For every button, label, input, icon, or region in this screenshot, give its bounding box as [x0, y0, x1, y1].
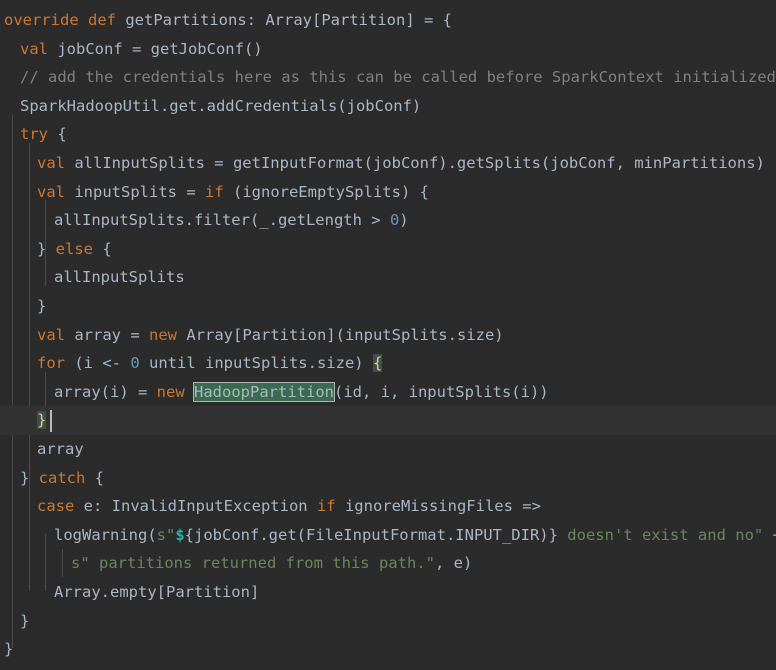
code-line-8[interactable]: allInputSplits.filter(_.getLength > 0)	[0, 206, 409, 235]
token-rest: allInputSplits	[54, 268, 185, 287]
code-line-19[interactable]: logWarning(s"${jobConf.get(FileInputForm…	[0, 521, 776, 550]
token-rest: }	[37, 297, 47, 315]
token-keyword-case: case	[37, 497, 75, 516]
token-return-type: Array[Partition]	[265, 11, 415, 29]
code-editor[interactable]: override def getPartitions: Array[Partit…	[0, 0, 776, 670]
token-c: +	[763, 526, 776, 544]
token-rest: Array.empty[Partition]	[54, 583, 260, 601]
code-line-3[interactable]: // add the credentials here as this can …	[0, 63, 776, 92]
token-string-prefix: s"	[156, 525, 176, 544]
token-keyword-override: override	[4, 11, 79, 29]
token-b: ignoreMissingFiles =>	[335, 497, 541, 516]
token-keyword-new: new	[156, 382, 185, 401]
code-line-16[interactable]: array	[0, 435, 84, 464]
token-keyword-new: new	[149, 325, 177, 344]
code-line-10[interactable]: allInputSplits	[0, 263, 185, 292]
token-keyword-if: if	[204, 182, 224, 201]
token-a: , e)	[434, 554, 473, 573]
token-a: }	[20, 468, 39, 487]
token-keyword-def: def	[88, 11, 116, 29]
token-keyword-val: val	[37, 154, 65, 172]
code-line-6[interactable]: val allInputSplits = getInputFormat(jobC…	[0, 149, 765, 178]
token-b: {	[85, 468, 105, 487]
token-keyword-try: try	[20, 125, 48, 144]
token-rest: jobConf = getJobConf()	[48, 39, 263, 58]
token-keyword-else: else	[55, 239, 93, 258]
code-line-20[interactable]: s" partitions returned from this path.",…	[0, 549, 472, 578]
token-rest: allInputSplits = getInputFormat(jobConf)…	[65, 154, 765, 172]
token-rest: }	[20, 611, 30, 630]
code-line-17[interactable]: } catch {	[0, 464, 104, 493]
token-string: doesn't exist and no"	[557, 525, 764, 544]
token-a: array(i) =	[54, 382, 157, 401]
current-line-highlight	[0, 406, 776, 435]
token-keyword-for: for	[37, 354, 65, 373]
token-number: 0	[130, 354, 140, 373]
code-line-7[interactable]: val inputSplits = if (ignoreEmptySplits)…	[0, 178, 429, 207]
token-keyword-val: val	[20, 39, 48, 58]
token-keyword-val: val	[37, 182, 65, 201]
token-keyword-if: if	[316, 497, 336, 516]
text-caret	[50, 410, 52, 432]
token-a: array =	[65, 325, 149, 344]
code-line-1[interactable]: override def getPartitions: Array[Partit…	[0, 6, 452, 35]
token-a: logWarning(	[54, 525, 157, 544]
token-a: (i <-	[65, 354, 131, 373]
token-b: (ignoreEmptySplits) {	[223, 182, 429, 201]
code-line-11[interactable]: }	[0, 292, 46, 321]
token-keyword-catch: catch	[38, 468, 86, 487]
token-string: s" partitions returned from this path."	[71, 554, 435, 573]
code-line-18[interactable]: case e: InvalidInputException if ignoreM…	[0, 492, 541, 521]
token-rest: }	[4, 640, 14, 659]
code-line-5[interactable]: try {	[0, 120, 67, 149]
token-b: )	[399, 211, 409, 230]
token-assign-brace: = {	[414, 11, 452, 29]
code-line-13[interactable]: for (i <- 0 until inputSplits.size) {	[0, 349, 383, 378]
token-keyword-val: val	[37, 325, 65, 344]
code-line-12[interactable]: val array = new Array[Partition](inputSp…	[0, 321, 504, 350]
token-interpolation-expr: {jobConf.get(FileInputFormat.INPUT_DIR)}	[184, 525, 558, 544]
code-line-4[interactable]: SparkHadoopUtil.get.addCredentials(jobCo…	[0, 92, 421, 121]
token-a: inputSplits =	[65, 182, 205, 201]
token-a: }	[37, 239, 56, 258]
code-line-22[interactable]: }	[0, 607, 29, 636]
token-rest: {	[48, 125, 67, 144]
code-line-23[interactable]: }	[0, 635, 13, 664]
token-number: 0	[389, 211, 400, 230]
token-b: {	[93, 239, 112, 258]
token-a: e: InvalidInputException	[74, 497, 317, 516]
token-b: Array[Partition](inputSplits.size)	[177, 325, 504, 344]
code-line-15[interactable]: }	[0, 406, 47, 435]
token-interpolation-dollar: $	[175, 525, 185, 544]
selected-symbol-hadooppartition[interactable]: HadoopPartition	[193, 381, 335, 402]
token-rest: array	[37, 440, 84, 458]
code-line-9[interactable]: } else {	[0, 235, 112, 264]
code-line-2[interactable]: val jobConf = getJobConf()	[0, 35, 263, 64]
token-comment: // add the credentials here as this can …	[20, 68, 776, 87]
code-line-21[interactable]: Array.empty[Partition]	[0, 578, 259, 607]
token-c: (id, i, inputSplits(i))	[333, 382, 549, 401]
matching-brace-close: }	[37, 411, 47, 430]
matching-brace-open: {	[372, 354, 383, 373]
token-method-name: getPartitions	[125, 11, 247, 29]
token-colon: :	[246, 11, 266, 29]
token-a: allInputSplits.filter(_.getLength >	[54, 211, 390, 230]
token-rest: SparkHadoopUtil.get.addCredentials(jobCo…	[20, 96, 422, 115]
token-b: until inputSplits.size)	[139, 354, 373, 373]
code-line-14[interactable]: array(i) = new HadoopPartition(id, i, in…	[0, 378, 549, 407]
